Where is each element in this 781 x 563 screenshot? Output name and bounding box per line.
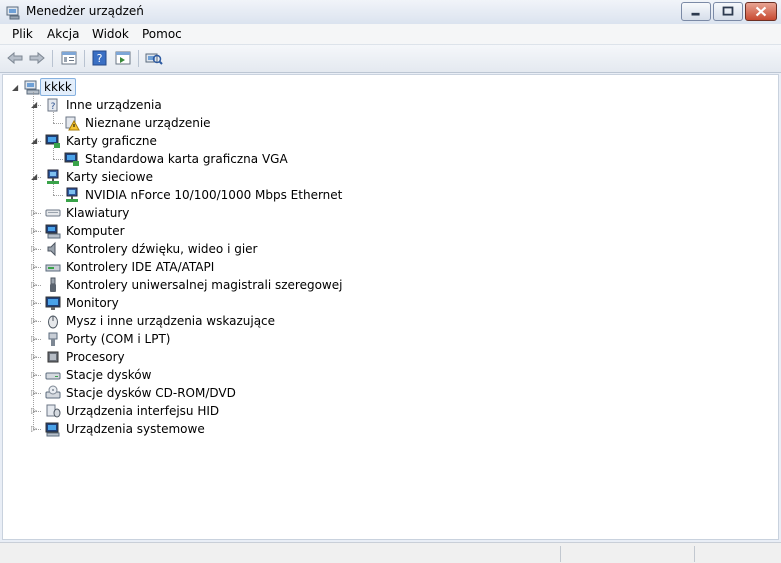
tree-connector bbox=[53, 112, 54, 123]
minimize-icon bbox=[691, 12, 700, 16]
menu-plik[interactable]: Plik bbox=[12, 27, 33, 41]
cdrom-icon bbox=[45, 385, 61, 399]
close-button[interactable] bbox=[745, 2, 777, 21]
speaker-icon bbox=[47, 241, 56, 257]
window-title: Menedżer urządzeń bbox=[26, 4, 144, 18]
tree-root-kkkk[interactable]: kkkk bbox=[40, 78, 76, 96]
tree-category[interactable]: Kontrolery dźwięku, wideo i gier bbox=[66, 242, 257, 256]
toolbar-separator bbox=[138, 50, 139, 67]
tree-connector bbox=[53, 123, 63, 124]
tree-device[interactable]: Standardowa karta graficzna VGA bbox=[85, 152, 288, 166]
expand-toggle[interactable]: ▷ bbox=[31, 281, 38, 289]
title-bar[interactable]: Menedżer urządzeń bbox=[0, 0, 781, 24]
status-separator bbox=[560, 546, 561, 562]
scan-hardware-icon[interactable] bbox=[145, 50, 163, 66]
expand-toggle[interactable]: ▷ bbox=[31, 335, 38, 343]
device-manager-icon bbox=[6, 6, 20, 20]
tree-category[interactable]: Porty (COM i LPT) bbox=[66, 332, 170, 346]
tree-category[interactable]: Mysz i inne urządzenia wskazujące bbox=[66, 314, 275, 328]
expand-toggle[interactable]: ▷ bbox=[31, 227, 38, 235]
tree-category[interactable]: Urządzenia systemowe bbox=[66, 422, 205, 436]
tree-category[interactable]: Komputer bbox=[66, 224, 125, 238]
expand-toggle[interactable]: ▷ bbox=[31, 209, 38, 217]
expand-toggle[interactable]: ▷ bbox=[31, 389, 38, 397]
expand-toggle[interactable]: ◢ bbox=[31, 101, 38, 109]
menu-bar: Plik Akcja Widok Pomoc bbox=[0, 24, 781, 45]
expand-toggle[interactable]: ◢ bbox=[31, 173, 38, 181]
port-icon bbox=[48, 332, 58, 346]
expand-toggle[interactable]: ▷ bbox=[31, 407, 38, 415]
tree-category[interactable]: Monitory bbox=[66, 296, 119, 310]
back-arrow-icon[interactable] bbox=[6, 50, 24, 66]
warning-device-icon bbox=[65, 116, 80, 131]
keyboard-icon bbox=[45, 209, 61, 217]
svg-text:?: ? bbox=[97, 52, 103, 65]
tree-category[interactable]: Kontrolery IDE ATA/ATAPI bbox=[66, 260, 214, 274]
tree-category[interactable]: Kontrolery uniwersalnej magistrali szere… bbox=[66, 278, 342, 292]
tree-connector bbox=[53, 184, 54, 195]
maximize-button[interactable] bbox=[713, 2, 743, 21]
device-manager-window: Menedżer urządzeń Plik Akcja Widok Pomoc bbox=[0, 0, 781, 563]
menu-akcja[interactable]: Akcja bbox=[47, 27, 79, 41]
expand-toggle[interactable]: ▷ bbox=[31, 425, 38, 433]
forward-arrow-icon[interactable] bbox=[28, 50, 46, 66]
tree-connector bbox=[53, 159, 63, 160]
processor-icon bbox=[47, 351, 59, 363]
expand-toggle[interactable]: ▷ bbox=[31, 245, 38, 253]
tree-category[interactable]: Stacje dysków bbox=[66, 368, 151, 382]
network-adapter-icon bbox=[66, 187, 78, 202]
close-icon bbox=[755, 6, 767, 17]
usb-icon bbox=[50, 277, 56, 292]
expand-toggle[interactable]: ▷ bbox=[31, 263, 38, 271]
tree-device[interactable]: NVIDIA nForce 10/100/1000 Mbps Ethernet bbox=[85, 188, 342, 202]
network-adapter-icon bbox=[47, 169, 59, 184]
properties-icon[interactable] bbox=[60, 50, 78, 66]
computer-icon bbox=[24, 80, 40, 95]
minimize-button[interactable] bbox=[681, 2, 711, 21]
display-adapter-icon bbox=[45, 134, 60, 148]
tree-category[interactable]: Stacje dysków CD-ROM/DVD bbox=[66, 386, 236, 400]
status-separator bbox=[694, 546, 695, 562]
menu-pomoc[interactable]: Pomoc bbox=[142, 27, 182, 41]
expand-toggle[interactable]: ▷ bbox=[31, 299, 38, 307]
expand-toggle[interactable]: ◢ bbox=[31, 137, 38, 145]
system-device-icon bbox=[45, 422, 60, 437]
view-icon[interactable] bbox=[114, 50, 132, 66]
toolbar-separator bbox=[84, 50, 85, 67]
tree-connector bbox=[53, 195, 63, 196]
tree-category[interactable]: Inne urządzenia bbox=[66, 98, 162, 112]
expand-toggle[interactable]: ▷ bbox=[31, 353, 38, 361]
status-bar bbox=[0, 542, 781, 563]
expand-toggle[interactable]: ▷ bbox=[31, 317, 38, 325]
computer-icon bbox=[45, 224, 61, 239]
tree-device[interactable]: Nieznane urządzenie bbox=[85, 116, 211, 130]
menu-widok[interactable]: Widok bbox=[92, 27, 129, 41]
tree-connector bbox=[53, 148, 54, 159]
help-icon[interactable]: ? bbox=[91, 50, 109, 66]
hid-icon bbox=[46, 404, 61, 418]
tree-category[interactable]: Klawiatury bbox=[66, 206, 129, 220]
svg-text:?: ? bbox=[51, 102, 56, 112]
tree-category[interactable]: Karty graficzne bbox=[66, 134, 157, 148]
toolbar: ? bbox=[0, 45, 781, 73]
disk-drive-icon bbox=[45, 372, 61, 380]
maximize-icon bbox=[722, 6, 734, 16]
display-adapter-icon bbox=[64, 152, 79, 166]
tree-category[interactable]: Procesory bbox=[66, 350, 125, 364]
mouse-icon bbox=[48, 315, 58, 329]
root-collapse-toggle[interactable]: ◢ bbox=[12, 84, 19, 92]
unknown-device-icon: ? bbox=[47, 98, 58, 112]
tree-category[interactable]: Urządzenia interfejsu HID bbox=[66, 404, 219, 418]
ide-controller-icon bbox=[45, 264, 61, 272]
monitor-icon bbox=[45, 296, 61, 310]
expand-toggle[interactable]: ▷ bbox=[31, 371, 38, 379]
toolbar-separator bbox=[52, 50, 53, 67]
tree-category[interactable]: Karty sieciowe bbox=[66, 170, 153, 184]
